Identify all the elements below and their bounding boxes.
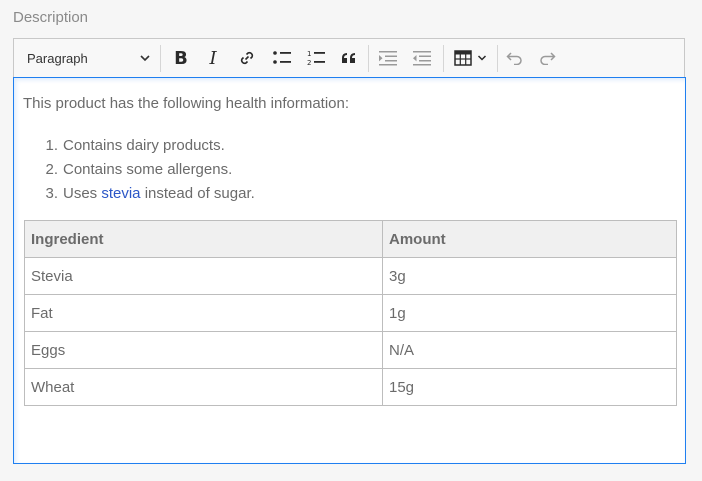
bulleted-list-button[interactable] <box>268 39 296 77</box>
bold-button[interactable]: B <box>168 39 194 77</box>
table-button[interactable] <box>448 39 492 77</box>
editor-content-area[interactable]: This product has the following health in… <box>13 77 686 464</box>
numbered-list: 1. Contains dairy products. 2. Contains so… <box>23 134 255 206</box>
table-cell[interactable]: 15g <box>382 368 677 406</box>
intro-paragraph: This product has the following health in… <box>23 95 350 112</box>
outdent-button[interactable] <box>408 39 436 77</box>
table-row: Stevia 3g <box>24 257 677 295</box>
table-cell[interactable]: Fat <box>24 294 383 332</box>
indent-button[interactable] <box>374 39 402 77</box>
ingredients-table: Ingredient Amount Stevia 3g Fat 1g Eggs … <box>24 220 677 406</box>
chevron-down-icon <box>140 55 150 62</box>
chevron-down-icon <box>477 55 486 61</box>
blockquote-icon <box>342 53 355 63</box>
link-button[interactable] <box>234 39 260 77</box>
field-label: Description <box>13 9 89 26</box>
toolbar-divider <box>368 45 369 72</box>
redo-icon <box>540 52 556 65</box>
link-icon <box>240 51 254 65</box>
table-icon <box>453 50 472 66</box>
svg-text:1: 1 <box>307 50 311 58</box>
redo-button[interactable] <box>534 39 560 77</box>
undo-icon <box>506 52 522 65</box>
outdent-icon <box>413 51 431 66</box>
list-item: 2. Contains some allergens. <box>23 158 255 182</box>
indent-icon <box>379 51 397 66</box>
table-cell[interactable]: Wheat <box>24 368 383 406</box>
italic-button[interactable]: I <box>200 39 226 77</box>
table-cell[interactable]: Eggs <box>24 331 383 369</box>
list-item: 3. Uses stevia instead of sugar. <box>23 182 255 206</box>
list-item-number: 2. <box>45 161 58 178</box>
undo-button[interactable] <box>502 39 528 77</box>
list-item-number: 3. <box>45 185 58 202</box>
column-header-amount[interactable]: Amount <box>382 220 677 258</box>
italic-icon: I <box>209 47 217 69</box>
table-cell[interactable]: Stevia <box>24 257 383 295</box>
table-cell[interactable]: 3g <box>382 257 677 295</box>
list-item-text: Contains some allergens. <box>63 161 233 178</box>
editor-toolbar: Paragraph B I 1 2 <box>13 38 685 77</box>
table-cell[interactable]: N/A <box>382 331 677 369</box>
bold-icon: B <box>174 47 188 69</box>
stevia-link[interactable]: stevia <box>101 185 140 202</box>
table-cell[interactable]: 1g <box>382 294 677 332</box>
table-row: Eggs N/A <box>24 331 677 369</box>
numbered-list-icon: 1 2 <box>307 50 325 67</box>
table-header-row: Ingredient Amount <box>24 220 677 258</box>
table-row: Wheat 15g <box>24 368 677 406</box>
list-item-text-after: instead of sugar. <box>140 185 255 202</box>
column-header-ingredient[interactable]: Ingredient <box>24 220 383 258</box>
svg-text:2: 2 <box>307 59 311 67</box>
toolbar-divider <box>160 45 161 72</box>
list-item: 1. Contains dairy products. <box>23 134 255 158</box>
table-row: Fat 1g <box>24 294 677 332</box>
block-format-label: Paragraph <box>27 50 88 66</box>
list-item-text: Contains dairy products. <box>63 137 225 154</box>
blockquote-button[interactable] <box>336 39 362 77</box>
block-format-dropdown[interactable]: Paragraph <box>14 39 160 77</box>
list-item-number: 1. <box>45 137 58 154</box>
list-item-text-before: Uses <box>63 185 102 202</box>
numbered-list-button[interactable]: 1 2 <box>302 39 330 77</box>
toolbar-divider <box>443 45 444 72</box>
bulleted-list-icon <box>273 51 291 64</box>
toolbar-divider <box>497 45 498 72</box>
